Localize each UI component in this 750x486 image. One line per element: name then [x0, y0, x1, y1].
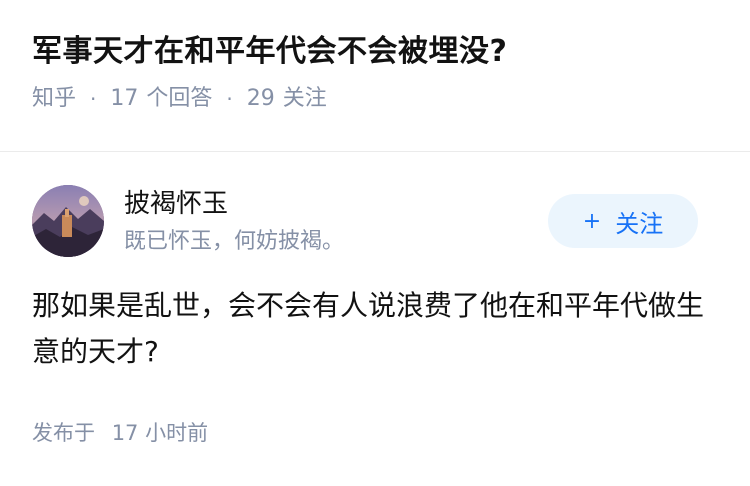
author-name[interactable]: 披褐怀玉: [124, 187, 228, 221]
author-card: 披褐怀玉 既已怀玉，何妨披褐。 + 关注: [32, 185, 718, 259]
source-label[interactable]: 知乎: [32, 84, 76, 114]
avatar[interactable]: [32, 185, 104, 257]
plus-icon: +: [582, 208, 602, 234]
avatar-image: [32, 185, 104, 257]
question-title[interactable]: 军事天才在和平年代会不会被埋没?: [32, 30, 718, 74]
follow-button-label: 关注: [615, 209, 664, 238]
meta-separator: ·: [90, 87, 97, 111]
answer-count-label: 个回答: [146, 86, 213, 111]
follow-button[interactable]: + 关注: [548, 194, 698, 248]
meta-separator: ·: [226, 87, 233, 111]
answer-footer: 发布于 17 小时前: [32, 418, 208, 448]
author-bio: 既已怀玉，何妨披褐。: [124, 229, 345, 254]
answer-content[interactable]: 那如果是乱世，会不会有人说浪费了他在和平年代做生意的天才?: [32, 283, 718, 375]
question-header: 军事天才在和平年代会不会被埋没? 知乎 · 17 个回答 · 29 关注: [32, 30, 718, 114]
header-divider: [0, 151, 750, 152]
question-meta: 知乎 · 17 个回答 · 29 关注: [32, 84, 718, 114]
posted-time: 17 小时前: [111, 421, 209, 445]
answer-count: 17: [110, 86, 139, 111]
posted-label: 发布于: [32, 421, 95, 445]
follower-count: 29: [246, 86, 275, 111]
follower-count-label: 关注: [282, 86, 327, 111]
